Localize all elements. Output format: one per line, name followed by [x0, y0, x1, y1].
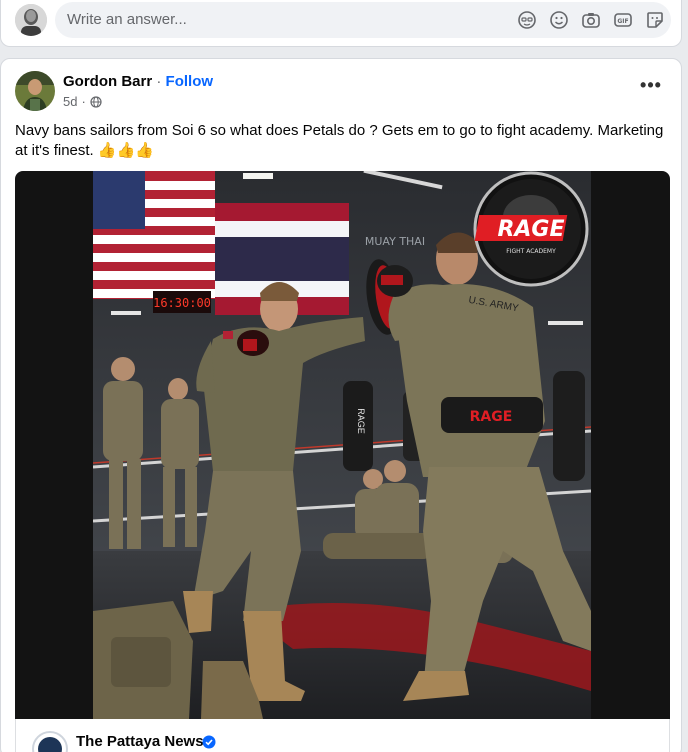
source-avatar[interactable] — [32, 731, 68, 752]
sticker-icon[interactable] — [645, 10, 665, 30]
logo-main-text: RAGE — [497, 217, 564, 242]
avatar-sticker-icon[interactable] — [517, 10, 537, 30]
verified-badge-icon — [202, 735, 216, 749]
gif-icon[interactable]: GIF — [613, 10, 633, 30]
bag-label: RAGE — [356, 408, 366, 434]
post-photo[interactable]: 16:30:00 MUAY THAI RAGE U.S. ARMY RAGE R… — [93, 171, 591, 719]
link-preview[interactable]: The Pattaya News — [15, 719, 670, 752]
globe-icon — [90, 95, 102, 108]
rage-logo: RAGE FIGHT ACADEMY — [473, 171, 589, 287]
post-media[interactable]: 16:30:00 MUAY THAI RAGE U.S. ARMY RAGE R… — [15, 171, 670, 719]
gym-clock: 16:30:00 — [153, 296, 211, 310]
logo-sub-text: FIGHT ACADEMY — [506, 248, 556, 255]
author-line: Gordon Barr · Follow — [63, 73, 213, 91]
user-avatar[interactable] — [15, 4, 47, 36]
comment-toolbar: GIF — [517, 10, 665, 30]
author-avatar[interactable] — [15, 71, 55, 111]
emoji-icon[interactable] — [549, 10, 569, 30]
banner-text: MUAY THAI — [365, 235, 425, 248]
more-options-button[interactable]: ••• — [639, 76, 663, 99]
source-name[interactable]: The Pattaya News — [76, 733, 204, 750]
comment-placeholder: Write an answer... — [67, 11, 187, 28]
author-name[interactable]: Gordon Barr — [63, 73, 152, 90]
post-text: Navy bans sailors from Soi 6 so what doe… — [15, 122, 664, 159]
us-flag — [93, 171, 215, 299]
post-meta: 5d · — [63, 94, 102, 109]
camera-icon[interactable] — [581, 10, 601, 30]
belt-label: RAGE — [470, 409, 513, 425]
meta-separator: · — [81, 94, 86, 109]
separator: · — [152, 73, 166, 90]
follow-button[interactable]: Follow — [166, 73, 214, 90]
comment-composer: Write an answer... GIF — [0, 0, 682, 47]
svg-text:GIF: GIF — [617, 18, 628, 25]
post-time[interactable]: 5d — [63, 94, 77, 109]
post-card: Gordon Barr · Follow 5d · ••• Navy bans … — [0, 58, 682, 752]
